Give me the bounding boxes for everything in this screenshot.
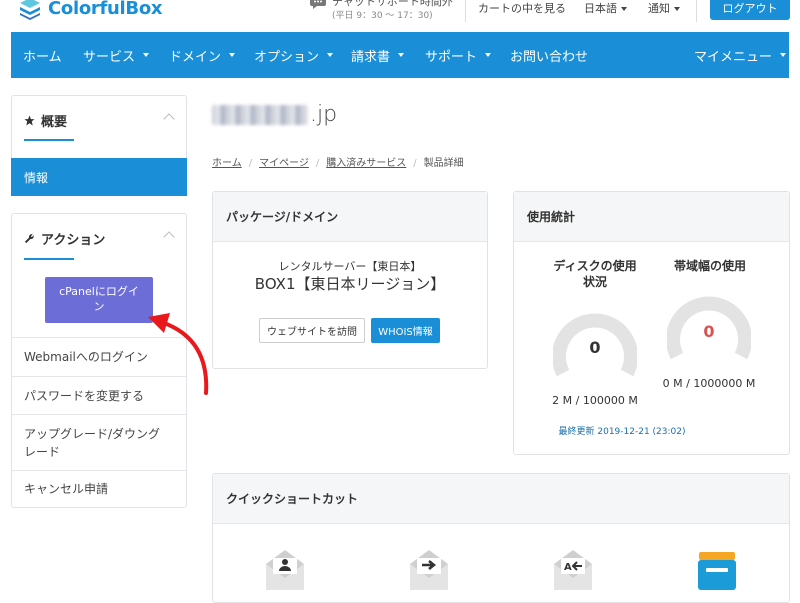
chevron-down-icon — [621, 7, 627, 11]
sidebar-item-upgrade[interactable]: アップグレード/ダウング レード — [12, 414, 186, 470]
logo-text: ColorfulBox — [48, 0, 163, 19]
file-manager-icon[interactable] — [696, 550, 738, 590]
visit-website-button[interactable]: ウェブサイトを訪問 — [259, 318, 365, 343]
breadcrumb-separator: / — [413, 158, 417, 169]
whois-button[interactable]: WHOIS情報 — [371, 318, 440, 343]
breadcrumb-current: 製品詳細 — [423, 158, 464, 169]
nav-options[interactable]: オプション — [254, 32, 334, 78]
usage-heading: 使用統計 — [514, 192, 789, 242]
chevron-down-icon — [780, 53, 787, 57]
disk-label-line1: ディスクの使用 — [553, 259, 637, 273]
envelope-forward-icon[interactable] — [408, 548, 450, 590]
envelope-user-icon[interactable] — [264, 548, 306, 590]
sidebar-item-cancel[interactable]: キャンセル申請 — [12, 470, 186, 507]
breadcrumb-mypage[interactable]: マイページ — [259, 158, 309, 169]
cpanel-button-line1: cPanelにログイ — [59, 285, 139, 298]
overview-title: 概要 — [41, 115, 68, 130]
redacted-domain — [212, 104, 308, 125]
disk-label-line2: 状況 — [582, 275, 607, 289]
actions-title: アクション — [41, 233, 106, 248]
nav-my-menu[interactable]: マイメニュー — [694, 32, 787, 78]
chat-icon — [310, 0, 326, 9]
nav-label: 請求書 — [351, 49, 391, 65]
chevron-down-icon — [229, 53, 236, 57]
red-arrow-annotation — [148, 313, 209, 395]
chevron-down-icon — [674, 7, 680, 11]
actions-heading[interactable]: アクション — [24, 229, 105, 248]
upgrade-line1: アップグレード/ダウング — [24, 426, 161, 441]
nav-label: ドメイン — [169, 49, 222, 65]
logo[interactable]: ColorfulBox — [18, 0, 163, 20]
nav-label: サービス — [83, 49, 136, 65]
sidebar-item-info[interactable]: 情報 — [11, 158, 187, 196]
wrench-icon — [24, 233, 35, 244]
cpanel-button-line2: ン — [93, 300, 105, 313]
server-type: レンタルサーバー【東日本】 — [278, 260, 422, 273]
disk-usage-label: ディスクの使用 状況 — [545, 258, 645, 290]
cart-link[interactable]: カートの中を見る — [478, 0, 566, 16]
chevron-down-icon — [327, 53, 334, 57]
nav-contact[interactable]: お問い合わせ — [510, 32, 588, 78]
overview-underline — [24, 139, 74, 141]
bandwidth-gauge-value: 0 — [703, 322, 715, 341]
language-label: 日本語 — [584, 2, 617, 15]
cpanel-login-button[interactable]: cPanelにログイ ン — [45, 277, 153, 323]
disk-gauge-value: 0 — [589, 338, 601, 357]
support-title: チャットサポート時間外 — [332, 0, 453, 8]
bandwidth-usage-label: 帯域幅の使用 — [673, 259, 746, 273]
breadcrumb: ホーム / マイページ / 購入済みサービス / 製品詳細 — [212, 154, 464, 169]
breadcrumb-home[interactable]: ホーム — [212, 158, 242, 169]
nav-invoices[interactable]: 請求書 — [351, 32, 405, 78]
breadcrumb-separator: / — [315, 158, 320, 169]
overview-heading[interactable]: 概要 — [24, 111, 67, 130]
logout-button[interactable]: ログアウト — [710, 0, 790, 20]
logo-icon — [20, 0, 40, 20]
domain-suffix: .jp — [310, 102, 338, 127]
quick-shortcuts-heading: クイックショートカット — [213, 474, 789, 524]
nav-label: オプション — [254, 49, 320, 65]
divider — [465, 0, 466, 22]
chevron-down-icon — [143, 53, 150, 57]
top-bar: ColorfulBox チャットサポート時間外 (平日 9：30 ～ 17：30… — [0, 0, 800, 32]
upgrade-line2: レード — [24, 444, 61, 459]
bandwidth-usage-caption: 0 M / 1000000 M — [662, 377, 756, 390]
package-heading: パッケージ/ドメイン — [213, 192, 487, 242]
main-nav: ホーム サービス ドメイン オプション 請求書 サポート お問い合わせ マイメニ… — [11, 32, 789, 78]
language-dropdown[interactable]: 日本語 — [584, 0, 627, 16]
breadcrumb-separator: / — [248, 158, 253, 169]
envelope-autoresponder-icon[interactable]: A — [552, 548, 594, 590]
nav-services[interactable]: サービス — [83, 32, 150, 78]
nav-label: サポート — [425, 49, 478, 65]
disk-usage-caption: 2 M / 100000 M — [552, 394, 638, 407]
nav-label: マイメニュー — [694, 49, 773, 65]
last-updated: 最終更新 2019-12-21 (23:02) — [558, 427, 686, 437]
notifications-label: 通知 — [648, 2, 670, 15]
divider — [696, 0, 697, 22]
chevron-down-icon — [398, 53, 405, 57]
svg-text:A: A — [564, 562, 572, 573]
nav-home[interactable]: ホーム — [23, 32, 62, 78]
actions-underline — [24, 258, 74, 260]
star-icon — [24, 115, 35, 126]
domain-title: .jp — [212, 102, 337, 127]
breadcrumb-services[interactable]: 購入済みサービス — [326, 158, 406, 169]
notifications-dropdown[interactable]: 通知 — [648, 0, 680, 16]
nav-domains[interactable]: ドメイン — [169, 32, 236, 78]
plan-name: BOX1【東日本リージョン】 — [254, 275, 446, 293]
chat-support-status: チャットサポート時間外 (平日 9：30 ～ 17：30) — [310, 0, 453, 24]
support-hours: (平日 9：30 ～ 17：30) — [332, 11, 433, 21]
nav-support[interactable]: サポート — [425, 32, 492, 78]
chevron-down-icon — [485, 53, 492, 57]
